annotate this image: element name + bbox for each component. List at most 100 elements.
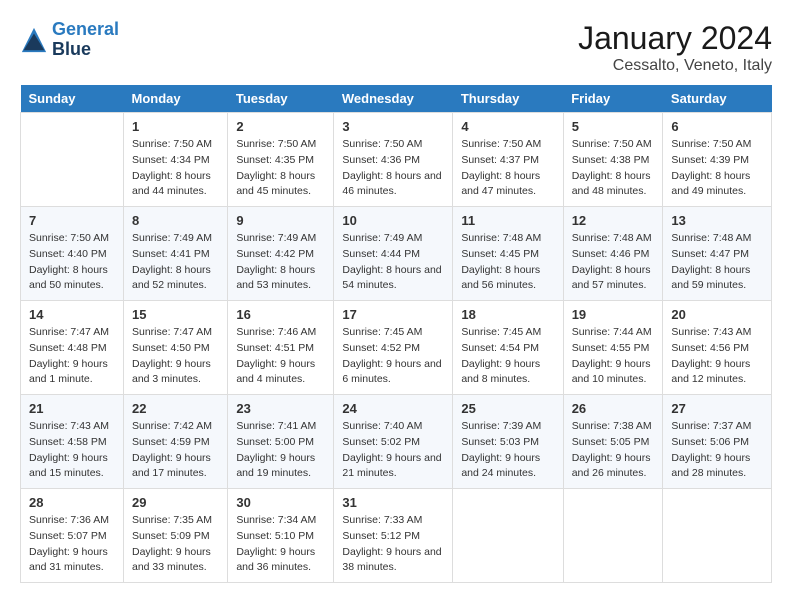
- day-info: Sunrise: 7:45 AMSunset: 4:54 PMDaylight:…: [461, 325, 554, 388]
- day-number: 29: [132, 495, 219, 510]
- calendar-cell: 24Sunrise: 7:40 AMSunset: 5:02 PMDayligh…: [334, 395, 453, 489]
- calendar-cell: 15 Sunrise: 7:47 AMSunset: 4:50 PMDayligh…: [123, 301, 227, 395]
- day-info: Sunrise: 7:48 AMSunset: 4:47 PMDaylight:…: [671, 231, 763, 294]
- day-info: Sunrise: 7:38 AMSunset: 5:05 PMDaylight:…: [572, 419, 655, 482]
- day-number: 3: [342, 119, 444, 134]
- day-number: 19: [572, 307, 655, 322]
- calendar-cell: 21Sunrise: 7:43 AMSunset: 4:58 PMDayligh…: [21, 395, 124, 489]
- day-info: Sunrise: 7:50 AMSunset: 4:34 PMDaylight:…: [132, 137, 219, 200]
- day-number: 28: [29, 495, 115, 510]
- day-number: 13: [671, 213, 763, 228]
- calendar-cell: 28 Sunrise: 7:36 AMSunset: 5:07 PMDayligh…: [21, 489, 124, 583]
- day-number: 9: [236, 213, 325, 228]
- day-info: Sunrise: 7:35 AMSunset: 5:09 PMDaylight:…: [132, 513, 219, 576]
- day-number: 26: [572, 401, 655, 416]
- day-info: Sunrise: 7:39 AMSunset: 5:03 PMDaylight:…: [461, 419, 554, 482]
- day-header-friday: Friday: [563, 85, 663, 113]
- logo: GeneralBlue: [20, 20, 119, 60]
- day-info: Sunrise: 7:36 AMSunset: 5:07 PMDaylight:…: [29, 513, 115, 576]
- page-header: GeneralBlue January 2024 Cessalto, Venet…: [20, 20, 772, 75]
- day-number: 14: [29, 307, 115, 322]
- calendar-cell: 31 Sunrise: 7:33 AMSunset: 5:12 PMDayligh…: [334, 489, 453, 583]
- calendar-cell: 18 Sunrise: 7:45 AMSunset: 4:54 PMDayligh…: [453, 301, 563, 395]
- calendar-cell: 13 Sunrise: 7:48 AMSunset: 4:47 PMDayligh…: [663, 207, 772, 301]
- day-header-monday: Monday: [123, 85, 227, 113]
- calendar-cell: 23 Sunrise: 7:41 AMSunset: 5:00 PMDayligh…: [228, 395, 334, 489]
- logo-text: GeneralBlue: [52, 20, 119, 60]
- day-number: 17: [342, 307, 444, 322]
- day-info: Sunrise: 7:42 AMSunset: 4:59 PMDaylight:…: [132, 419, 219, 482]
- calendar-cell: 12 Sunrise: 7:48 AMSunset: 4:46 PMDayligh…: [563, 207, 663, 301]
- day-info: Sunrise: 7:48 AMSunset: 4:46 PMDaylight:…: [572, 231, 655, 294]
- day-info: Sunrise: 7:48 AMSunset: 4:45 PMDaylight:…: [461, 231, 554, 294]
- calendar-subtitle: Cessalto, Veneto, Italy: [578, 57, 772, 75]
- calendar-cell: 29 Sunrise: 7:35 AMSunset: 5:09 PMDayligh…: [123, 489, 227, 583]
- day-info: Sunrise: 7:34 AMSunset: 5:10 PMDaylight:…: [236, 513, 325, 576]
- calendar-title: January 2024: [578, 20, 772, 57]
- calendar-cell: 14 Sunrise: 7:47 AMSunset: 4:48 PMDayligh…: [21, 301, 124, 395]
- calendar-cell: 17 Sunrise: 7:45 AMSunset: 4:52 PMDayligh…: [334, 301, 453, 395]
- day-number: 5: [572, 119, 655, 134]
- calendar-cell: 26 Sunrise: 7:38 AMSunset: 5:05 PMDayligh…: [563, 395, 663, 489]
- day-info: Sunrise: 7:46 AMSunset: 4:51 PMDaylight:…: [236, 325, 325, 388]
- day-info: Sunrise: 7:50 AMSunset: 4:35 PMDaylight:…: [236, 137, 325, 200]
- day-number: 12: [572, 213, 655, 228]
- day-info: Sunrise: 7:47 AMSunset: 4:50 PMDaylight:…: [132, 325, 219, 388]
- calendar-cell: 9 Sunrise: 7:49 AMSunset: 4:42 PMDaylight…: [228, 207, 334, 301]
- calendar-cell: 11Sunrise: 7:48 AMSunset: 4:45 PMDayligh…: [453, 207, 563, 301]
- calendar-cell: 8Sunrise: 7:49 AMSunset: 4:41 PMDaylight…: [123, 207, 227, 301]
- day-info: Sunrise: 7:33 AMSunset: 5:12 PMDaylight:…: [342, 513, 444, 576]
- calendar-cell: 1 Sunrise: 7:50 AMSunset: 4:34 PMDaylight…: [123, 113, 227, 207]
- day-info: Sunrise: 7:50 AMSunset: 4:37 PMDaylight:…: [461, 137, 554, 200]
- day-info: Sunrise: 7:49 AMSunset: 4:42 PMDaylight:…: [236, 231, 325, 294]
- week-row-1: 1 Sunrise: 7:50 AMSunset: 4:34 PMDaylight…: [21, 113, 772, 207]
- day-number: 23: [236, 401, 325, 416]
- calendar-body: 1 Sunrise: 7:50 AMSunset: 4:34 PMDaylight…: [21, 113, 772, 583]
- day-number: 6: [671, 119, 763, 134]
- day-number: 10: [342, 213, 444, 228]
- day-number: 15: [132, 307, 219, 322]
- day-number: 31: [342, 495, 444, 510]
- week-row-4: 21Sunrise: 7:43 AMSunset: 4:58 PMDayligh…: [21, 395, 772, 489]
- calendar-cell: [563, 489, 663, 583]
- day-info: Sunrise: 7:45 AMSunset: 4:52 PMDaylight:…: [342, 325, 444, 388]
- calendar-cell: 2Sunrise: 7:50 AMSunset: 4:35 PMDaylight…: [228, 113, 334, 207]
- week-row-3: 14 Sunrise: 7:47 AMSunset: 4:48 PMDayligh…: [21, 301, 772, 395]
- day-header-wednesday: Wednesday: [334, 85, 453, 113]
- day-header-saturday: Saturday: [663, 85, 772, 113]
- day-info: Sunrise: 7:50 AMSunset: 4:38 PMDaylight:…: [572, 137, 655, 200]
- calendar-cell: [663, 489, 772, 583]
- day-info: Sunrise: 7:43 AMSunset: 4:56 PMDaylight:…: [671, 325, 763, 388]
- day-number: 18: [461, 307, 554, 322]
- day-info: Sunrise: 7:50 AMSunset: 4:36 PMDaylight:…: [342, 137, 444, 200]
- day-number: 20: [671, 307, 763, 322]
- calendar-cell: 20 Sunrise: 7:43 AMSunset: 4:56 PMDayligh…: [663, 301, 772, 395]
- week-row-5: 28 Sunrise: 7:36 AMSunset: 5:07 PMDayligh…: [21, 489, 772, 583]
- day-number: 24: [342, 401, 444, 416]
- day-info: Sunrise: 7:47 AMSunset: 4:48 PMDaylight:…: [29, 325, 115, 388]
- day-number: 1: [132, 119, 219, 134]
- day-number: 27: [671, 401, 763, 416]
- day-header-thursday: Thursday: [453, 85, 563, 113]
- title-block: January 2024 Cessalto, Veneto, Italy: [578, 20, 772, 75]
- calendar-table: SundayMondayTuesdayWednesdayThursdayFrid…: [20, 85, 772, 583]
- calendar-cell: 6Sunrise: 7:50 AMSunset: 4:39 PMDaylight…: [663, 113, 772, 207]
- day-number: 16: [236, 307, 325, 322]
- day-number: 22: [132, 401, 219, 416]
- day-number: 4: [461, 119, 554, 134]
- calendar-cell: 19Sunrise: 7:44 AMSunset: 4:55 PMDayligh…: [563, 301, 663, 395]
- days-header-row: SundayMondayTuesdayWednesdayThursdayFrid…: [21, 85, 772, 113]
- day-info: Sunrise: 7:43 AMSunset: 4:58 PMDaylight:…: [29, 419, 115, 482]
- day-header-sunday: Sunday: [21, 85, 124, 113]
- calendar-cell: 4 Sunrise: 7:50 AMSunset: 4:37 PMDaylight…: [453, 113, 563, 207]
- day-header-tuesday: Tuesday: [228, 85, 334, 113]
- day-number: 8: [132, 213, 219, 228]
- day-number: 7: [29, 213, 115, 228]
- calendar-cell: 27Sunrise: 7:37 AMSunset: 5:06 PMDayligh…: [663, 395, 772, 489]
- day-info: Sunrise: 7:50 AMSunset: 4:40 PMDaylight:…: [29, 231, 115, 294]
- calendar-cell: 16 Sunrise: 7:46 AMSunset: 4:51 PMDayligh…: [228, 301, 334, 395]
- calendar-cell: 30 Sunrise: 7:34 AMSunset: 5:10 PMDayligh…: [228, 489, 334, 583]
- day-number: 25: [461, 401, 554, 416]
- day-number: 30: [236, 495, 325, 510]
- day-info: Sunrise: 7:41 AMSunset: 5:00 PMDaylight:…: [236, 419, 325, 482]
